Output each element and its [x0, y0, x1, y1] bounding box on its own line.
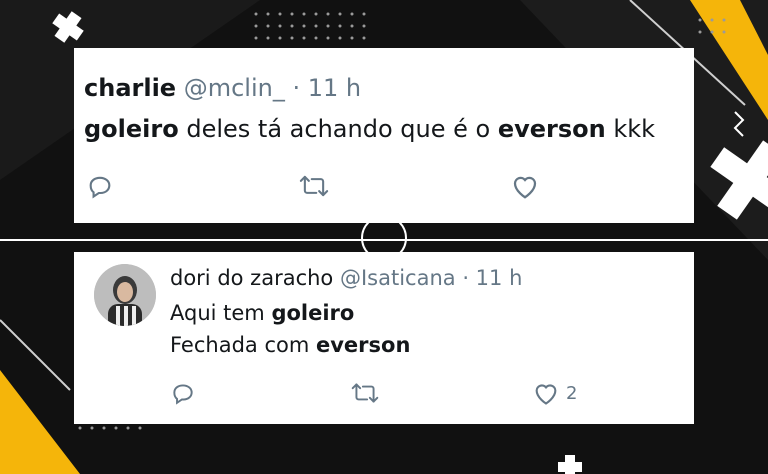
like-count: 2 — [566, 382, 578, 404]
text-plain: Aqui tem — [170, 301, 272, 325]
heart-icon — [513, 176, 537, 199]
tweet-header: dori do zaracho @Isaticana · 11 h — [170, 266, 522, 290]
user-name[interactable]: dori do zaracho — [170, 266, 333, 290]
text-bold: goleiro — [84, 115, 179, 143]
reply-button[interactable] — [86, 172, 114, 200]
text-plain: kkk — [605, 115, 656, 143]
retweet-icon — [299, 175, 329, 197]
like-button[interactable]: 2 — [532, 380, 577, 406]
reply-button[interactable] — [170, 380, 196, 406]
text-bold: everson — [315, 333, 411, 357]
retweet-button[interactable] — [350, 380, 380, 406]
heart-icon — [535, 384, 557, 405]
tweet-text: goleiro deles tá achando que é o everson… — [84, 114, 655, 144]
tweet-time[interactable]: · 11 h — [462, 266, 522, 290]
user-handle[interactable]: @Isaticana — [340, 266, 456, 290]
avatar-image — [94, 264, 156, 326]
tweet-time[interactable]: · 11 h — [292, 74, 361, 102]
text-bold: goleiro — [271, 301, 355, 325]
reply-icon — [173, 384, 193, 405]
tweet-text-line-1: Aqui tem goleiro — [170, 298, 354, 328]
text-bold: everson — [497, 115, 606, 143]
user-handle[interactable]: @mclin_ — [184, 74, 285, 102]
avatar[interactable] — [94, 264, 156, 326]
tweet-card-1: charlie @mclin_ · 11 h goleiro deles tá … — [74, 48, 694, 223]
retweet-icon — [351, 383, 379, 403]
reply-icon — [89, 176, 111, 199]
text-plain: Fechada com — [170, 333, 316, 357]
retweet-button[interactable] — [298, 172, 330, 200]
tweet-header: charlie @mclin_ · 11 h — [84, 74, 361, 102]
tweet-card-2: dori do zaracho @Isaticana · 11 h Aqui t… — [74, 252, 694, 424]
like-button[interactable] — [510, 172, 540, 200]
user-name[interactable]: charlie — [84, 74, 176, 102]
tweet-text-line-2: Fechada com everson — [170, 330, 410, 360]
text-plain: deles tá achando que é o — [178, 115, 498, 143]
